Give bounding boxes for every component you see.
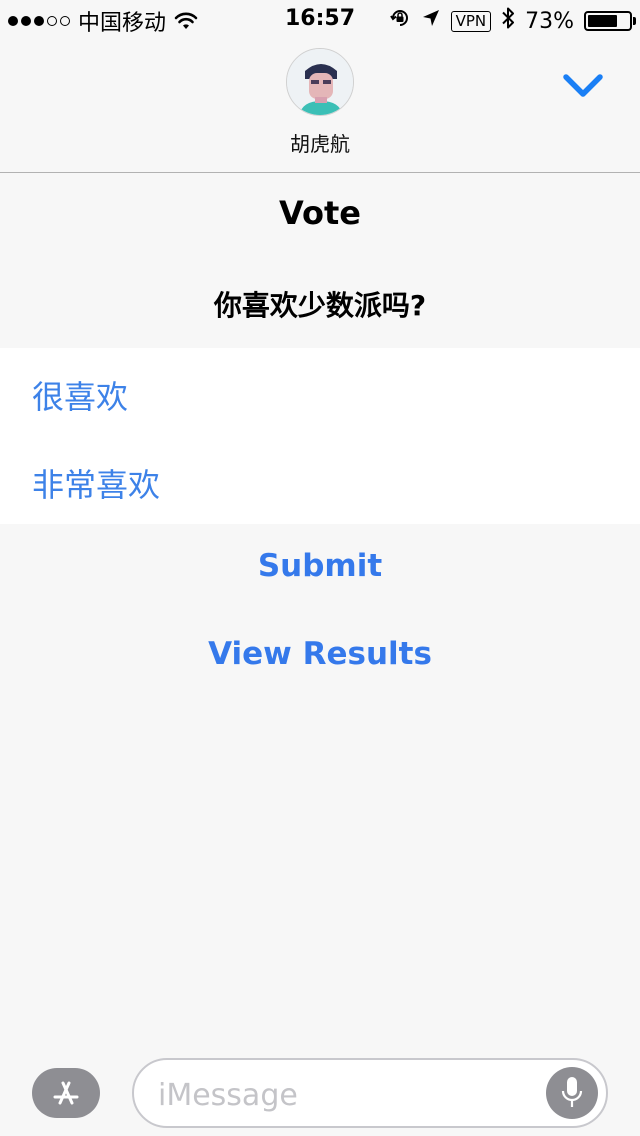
battery-fill <box>588 15 617 27</box>
collapse-button[interactable] <box>560 68 606 104</box>
status-bar: 中国移动 16:57 VPN 73% <box>0 0 640 40</box>
vote-question: 你喜欢少数派吗? <box>213 289 427 322</box>
bluetooth-icon <box>501 6 515 36</box>
microphone-button[interactable] <box>546 1067 598 1119</box>
vpn-badge: VPN <box>450 10 492 32</box>
microphone-icon <box>561 1077 583 1107</box>
message-input-bar: iMessage <box>0 1048 640 1136</box>
location-arrow-icon <box>421 8 441 34</box>
vote-title: Vote <box>279 194 361 232</box>
avatar[interactable] <box>286 48 354 116</box>
vote-option[interactable]: 很喜欢 <box>32 372 128 418</box>
vote-option[interactable]: 非常喜欢 <box>32 460 160 506</box>
contact-name: 胡虎航 <box>290 132 350 156</box>
battery-percent: 73% <box>525 8 574 34</box>
submit-button[interactable]: Submit <box>0 548 640 584</box>
imessage-input[interactable]: iMessage <box>132 1058 608 1128</box>
status-right: VPN 73% <box>389 6 636 36</box>
imessage-placeholder: iMessage <box>158 1078 298 1113</box>
rotation-lock-icon <box>389 7 411 35</box>
app-store-icon <box>53 1081 79 1105</box>
chevron-down-icon <box>563 74 603 97</box>
view-results-button[interactable]: View Results <box>0 636 640 672</box>
app-store-button[interactable] <box>32 1068 100 1118</box>
conversation-header: 胡虎航 <box>0 40 640 173</box>
battery-icon <box>584 11 636 31</box>
vote-options: 很喜欢 非常喜欢 <box>0 348 640 524</box>
